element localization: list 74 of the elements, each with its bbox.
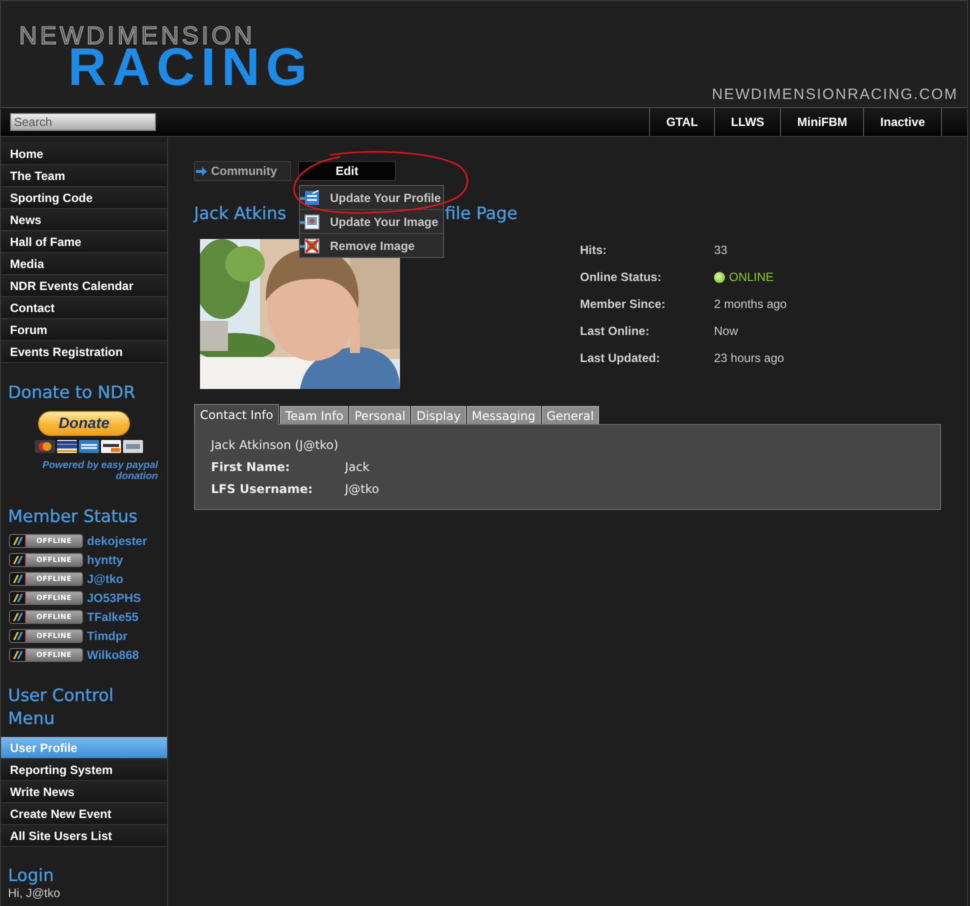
stat-value: ONLINE [729, 270, 774, 284]
menu-item[interactable]: Remove Image [300, 234, 443, 257]
stripes-icon [10, 611, 26, 623]
field-value: Jack [345, 460, 370, 474]
greeting-text: Hi, J@tko [7, 887, 62, 900]
field-value: J@tko [345, 482, 380, 496]
display-name: Jack Atkinson (J@tko) [211, 438, 340, 452]
member-link[interactable]: Wilko868 [87, 648, 139, 662]
member-link[interactable]: TFalke55 [87, 610, 138, 624]
nav-tab[interactable]: Inactive [863, 108, 941, 136]
field-label: First Name: [211, 460, 291, 474]
member-link[interactable]: Timdpr [87, 629, 128, 643]
payment-card-icon [101, 440, 121, 453]
stripes-icon [10, 554, 26, 566]
menu-item[interactable]: Home [1, 143, 167, 165]
menu-item[interactable]: Hall of Fame [1, 231, 167, 253]
stat-label: Last Online: [580, 324, 650, 338]
stripes-icon [10, 535, 26, 547]
stripes-icon [10, 592, 26, 604]
section-heading: Donate to NDR [7, 382, 136, 405]
breadcrumb-text: Community [211, 164, 277, 178]
stripes-icon [10, 649, 26, 661]
stat-value: 33 [714, 243, 728, 257]
member-link[interactable]: dekojester [87, 534, 148, 548]
payment-card-icon [79, 440, 99, 453]
menu-item[interactable]: Events Registration [1, 341, 167, 363]
nav-tab[interactable]: MiniFBM [780, 108, 864, 136]
section-heading: User Control Menu [7, 685, 115, 731]
menu-item[interactable]: Forum [1, 319, 167, 341]
menu-item[interactable]: News [1, 209, 167, 231]
nav-tab[interactable]: LLWS [714, 108, 780, 136]
stat-value: 23 hours ago [714, 351, 784, 365]
arrow-icon [196, 166, 207, 176]
menu-item[interactable]: Write News [1, 781, 167, 803]
field-label: LFS Username: [211, 482, 314, 496]
section-heading: Login [7, 865, 55, 888]
member-link[interactable]: J@tko [87, 572, 124, 586]
stat-value: Now [714, 324, 738, 338]
payment-card-icon [57, 440, 77, 453]
stripes-icon [10, 630, 26, 642]
site-url: NEWDIMENSIONRACING.COM [712, 86, 958, 103]
menu-item[interactable]: Reporting System [1, 759, 167, 781]
section-heading: Member Status [7, 506, 139, 529]
menu-item[interactable]: Media [1, 253, 167, 275]
page-title: Jack Atkins [194, 203, 286, 225]
stat-label: Member Since: [580, 297, 666, 311]
delete-icon [300, 238, 320, 254]
donate-button[interactable]: Donate [38, 411, 130, 436]
stat-value: 2 months ago [714, 297, 787, 311]
menu-item[interactable]: Contact [1, 297, 167, 319]
search-field[interactable]: Search [10, 113, 156, 131]
nav-tab[interactable]: GTAL [649, 108, 714, 136]
member-link[interactable]: JO53PHS [87, 591, 142, 605]
payment-card-icon [35, 440, 55, 453]
menu-item[interactable]: Create New Event [1, 803, 167, 825]
menu-item[interactable]: Update Your Profile [300, 186, 443, 210]
stat-label: Hits: [580, 243, 608, 257]
breadcrumb-item[interactable]: Community [194, 161, 291, 181]
member-link[interactable]: hyntty [87, 553, 123, 567]
donate-note: Powered by easy paypal donation [41, 460, 160, 482]
stat-label: Online Status: [580, 270, 662, 284]
tab[interactable]: Contact Info [194, 404, 280, 425]
menu-item[interactable]: The Team [1, 165, 167, 187]
stripes-icon [10, 573, 26, 585]
menu-item[interactable]: Sporting Code [1, 187, 167, 209]
stat-label: Last Updated: [580, 351, 662, 365]
form-icon [300, 190, 320, 206]
menu-item[interactable]: NDR Events Calendar [1, 275, 167, 297]
menu-item[interactable]: All Site Users List [1, 825, 167, 847]
menu-item[interactable]: Update Your Image [300, 210, 443, 234]
image-icon [300, 214, 320, 230]
page-title: file Page [445, 203, 518, 225]
edit-button[interactable]: Edit [298, 161, 396, 181]
payment-card-icon [123, 440, 143, 453]
